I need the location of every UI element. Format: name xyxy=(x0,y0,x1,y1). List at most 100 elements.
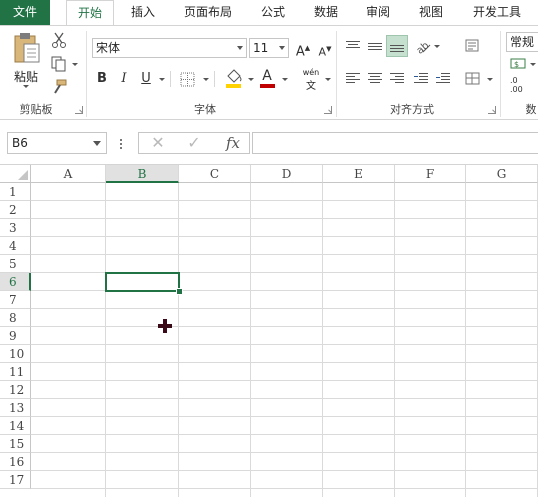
insert-function-icon[interactable]: fx xyxy=(217,133,249,153)
italic-button[interactable]: I xyxy=(114,69,134,89)
row-header-16[interactable]: 16 xyxy=(0,453,31,471)
name-box[interactable]: B6 xyxy=(7,132,107,154)
select-all-corner[interactable] xyxy=(0,165,31,183)
middle-align-icon[interactable] xyxy=(368,40,382,52)
row-header-17[interactable]: 17 xyxy=(0,471,31,489)
row-header-5[interactable]: 5 xyxy=(0,255,31,273)
column-header-b[interactable]: B xyxy=(106,165,179,183)
ribbon: 粘贴 剪贴板 宋体 11 A▲ A▼ B I U A wén 文 字体 ab 对… xyxy=(0,25,538,120)
row-header-1[interactable]: 1 xyxy=(0,183,31,201)
row-header-10[interactable]: 10 xyxy=(0,345,31,363)
align-left-icon[interactable] xyxy=(346,72,360,84)
tab-formulas[interactable]: 公式 xyxy=(250,0,296,25)
number-group-label: 数 xyxy=(525,103,537,116)
row-gridline xyxy=(31,200,538,201)
column-header-c[interactable]: C xyxy=(179,165,251,183)
clipboard-launcher-icon[interactable] xyxy=(75,106,83,114)
decimal-decrease-icon: .00 xyxy=(510,85,523,94)
clipboard-group-label: 剪贴板 xyxy=(19,103,53,116)
row-header-11[interactable]: 11 xyxy=(0,363,31,381)
tab-data[interactable]: 数据 xyxy=(303,0,349,25)
divider xyxy=(214,71,215,87)
column-header-f[interactable]: F xyxy=(395,165,466,183)
copy-icon[interactable] xyxy=(51,56,67,72)
decrease-indent-icon[interactable] xyxy=(414,72,428,84)
column-header-g[interactable]: G xyxy=(466,165,538,183)
font-color-dropdown-icon[interactable] xyxy=(282,78,288,81)
bottom-align-button[interactable] xyxy=(386,35,408,57)
accounting-format-icon[interactable]: $ xyxy=(510,56,528,72)
align-right-icon[interactable] xyxy=(390,72,404,84)
top-align-icon[interactable] xyxy=(346,40,360,52)
worksheet-grid[interactable]: A B C D E F G 1 2 3 4 5 6 7 8 9 10 11 12 13 14 15 16 17 xyxy=(0,164,538,497)
fill-color-dropdown-icon[interactable] xyxy=(248,78,254,81)
alignment-group-label: 对齐方式 xyxy=(390,103,434,116)
tab-review[interactable]: 审阅 xyxy=(355,0,401,25)
align-center-icon[interactable] xyxy=(368,72,382,84)
row-header-4[interactable]: 4 xyxy=(0,237,31,255)
formula-input[interactable] xyxy=(252,132,538,154)
merge-center-icon[interactable] xyxy=(465,72,481,86)
row-header-3[interactable]: 3 xyxy=(0,219,31,237)
orientation-icon[interactable]: ab xyxy=(414,38,432,54)
column-gridline xyxy=(322,183,323,497)
tab-view[interactable]: 视图 xyxy=(408,0,454,25)
column-gridline xyxy=(250,183,251,497)
tab-file[interactable]: 文件 xyxy=(0,0,50,25)
font-color-button[interactable]: A xyxy=(258,68,278,89)
row-header-12[interactable]: 12 xyxy=(0,381,31,399)
merge-dropdown-icon[interactable] xyxy=(487,78,493,81)
grow-font-button[interactable]: A▲ xyxy=(293,38,313,59)
fill-handle[interactable] xyxy=(176,288,183,295)
tab-developer[interactable]: 开发工具 xyxy=(464,0,530,25)
number-format-combo[interactable]: 常规 xyxy=(506,32,538,52)
font-color-letter: A xyxy=(262,68,272,84)
border-icon[interactable] xyxy=(180,72,196,88)
wrap-text-icon[interactable] xyxy=(465,39,481,53)
formula-bar-grip-icon[interactable] xyxy=(120,139,122,149)
enter-icon[interactable]: ✓ xyxy=(177,133,211,153)
row-gridline xyxy=(31,470,538,471)
row-header-8[interactable]: 8 xyxy=(0,309,31,327)
row-header-15[interactable]: 15 xyxy=(0,435,31,453)
tab-page-layout[interactable]: 页面布局 xyxy=(175,0,241,25)
bold-button[interactable]: B xyxy=(92,69,112,89)
selected-cell-outline[interactable] xyxy=(105,272,180,292)
tab-home[interactable]: 开始 xyxy=(66,0,114,26)
cancel-icon[interactable]: ✕ xyxy=(141,133,175,153)
row-gridline xyxy=(31,236,538,237)
row-gridline xyxy=(31,326,538,327)
row-header-9[interactable]: 9 xyxy=(0,327,31,345)
border-dropdown-icon[interactable] xyxy=(203,78,209,81)
increase-indent-icon[interactable] xyxy=(436,72,450,84)
underline-button[interactable]: U xyxy=(136,69,156,89)
increase-decimal-button[interactable]: .0 .00 xyxy=(510,76,523,94)
orientation-dropdown-icon[interactable] xyxy=(434,45,440,48)
row-header-14[interactable]: 14 xyxy=(0,417,31,435)
font-name-combo[interactable]: 宋体 xyxy=(92,38,247,58)
accounting-dropdown-icon[interactable] xyxy=(530,63,536,66)
column-header-e[interactable]: E xyxy=(323,165,395,183)
alignment-launcher-icon[interactable] xyxy=(488,106,496,114)
underline-dropdown-icon[interactable] xyxy=(159,78,165,81)
paste-button[interactable]: 粘贴 xyxy=(8,32,44,92)
phonetic-button[interactable]: wén 文 xyxy=(300,68,322,92)
row-header-7[interactable]: 7 xyxy=(0,291,31,309)
row-header-13[interactable]: 13 xyxy=(0,399,31,417)
shrink-font-button[interactable]: A▼ xyxy=(315,39,335,59)
column-header-a[interactable]: A xyxy=(31,165,106,183)
copy-dropdown-icon[interactable] xyxy=(72,63,78,66)
font-size-combo[interactable]: 11 xyxy=(249,38,289,58)
column-header-d[interactable]: D xyxy=(251,165,323,183)
font-launcher-icon[interactable] xyxy=(324,106,332,114)
phonetic-dropdown-icon[interactable] xyxy=(325,78,331,81)
formula-bar: B6 ✕ ✓ fx xyxy=(0,128,538,158)
column-gridline xyxy=(394,183,395,497)
tab-insert[interactable]: 插入 xyxy=(120,0,166,25)
phonetic-bottom: 文 xyxy=(306,81,316,92)
row-header-2[interactable]: 2 xyxy=(0,201,31,219)
cut-icon[interactable] xyxy=(51,32,67,48)
row-header-6[interactable]: 6 xyxy=(0,273,31,291)
format-painter-icon[interactable] xyxy=(51,79,67,95)
fill-color-button[interactable] xyxy=(224,69,244,89)
